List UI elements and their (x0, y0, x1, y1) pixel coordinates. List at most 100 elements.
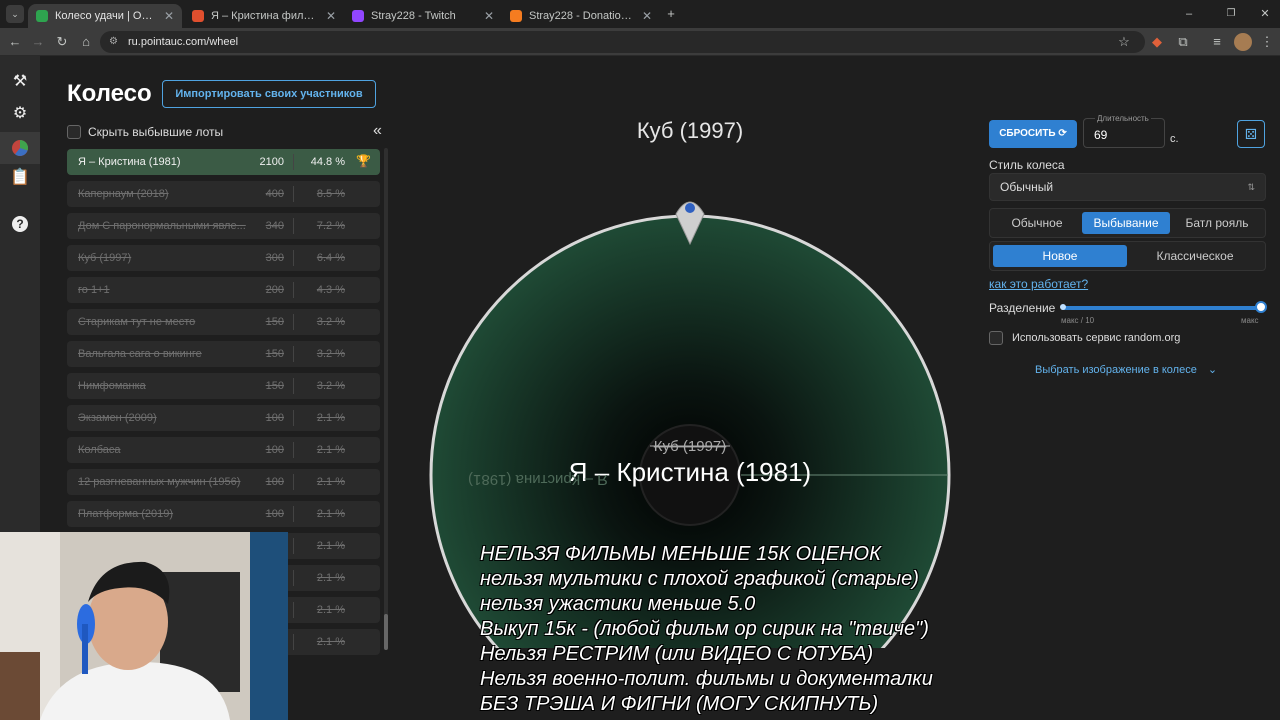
lot-row[interactable]: Куб (1997) 300 6.4 % (67, 245, 380, 271)
lot-row[interactable]: Экзамен (2009) 100 2.1 % (67, 405, 380, 431)
hide-dropped-toggle[interactable]: Скрыть выбывшие лоты (67, 124, 223, 140)
reset-button[interactable]: СБРОСИТЬ ⟳ (989, 120, 1077, 148)
collapse-list-icon[interactable]: « (373, 122, 382, 140)
lot-percent: 3.2 % (316, 316, 345, 328)
close-tab-icon[interactable]: ✕ (484, 9, 494, 23)
choose-wheel-image-label: Выбрать изображение в колесе (1035, 364, 1197, 376)
choose-wheel-image-button[interactable]: Выбрать изображение в колесе ⌄ (1035, 363, 1217, 376)
tab-donationalerts[interactable]: Stray228 - DonationAlerts ✕ (502, 4, 660, 28)
back-icon[interactable]: ← (6, 33, 24, 51)
tab-favicon-icon (36, 10, 48, 22)
lot-amount: 100 (265, 508, 284, 520)
tab-title: Я – Кристина фильм, 1981, дат (211, 10, 320, 22)
close-window-icon[interactable]: ✕ (1256, 5, 1274, 23)
tab-kristina[interactable]: Я – Кристина фильм, 1981, дат ✕ (184, 4, 344, 28)
lot-row[interactable]: Капернаум (2018) 400 8.5 % (67, 181, 380, 207)
page-title: Колесо (67, 80, 152, 107)
split-slider-thumb[interactable] (1255, 301, 1267, 313)
close-tab-icon[interactable]: ✕ (326, 9, 336, 23)
lot-percent: 6.4 % (316, 252, 345, 264)
lot-name: Куб (1997) (78, 252, 132, 264)
mode-normal[interactable]: Обычное (993, 212, 1081, 234)
lot-percent: 3.2 % (316, 348, 345, 360)
variant-classic[interactable]: Классическое (1128, 245, 1262, 267)
lot-row[interactable]: Я – Кристина (1981) 2100 44.8 % 🏆 (67, 149, 380, 175)
duration-unit: с. (1170, 133, 1179, 145)
chevron-down-icon: ⌄ (1207, 364, 1218, 376)
hide-dropped-checkbox[interactable] (67, 125, 81, 139)
lot-percent: 2.1 % (316, 508, 345, 520)
lot-row[interactable]: Вальгала сага о викинге 150 3.2 % (67, 341, 380, 367)
random-org-toggle[interactable]: Использовать сервис random.org (989, 331, 1180, 345)
lot-percent: 2.1 % (316, 476, 345, 488)
lot-amount: 2100 (259, 156, 284, 168)
lot-amount: 150 (265, 316, 284, 328)
lot-name: Капернаум (2018) (78, 188, 169, 200)
lots-scrollbar[interactable] (384, 148, 388, 648)
tab-wheel[interactable]: Колесо удачи | Определите по ✕ (28, 4, 182, 28)
tab-favicon-icon (510, 10, 522, 22)
maximize-icon[interactable]: ❐ (1222, 5, 1240, 23)
home-icon[interactable]: ⌂ (77, 33, 95, 51)
new-tab-icon[interactable]: + (662, 5, 680, 23)
lot-divider (293, 602, 294, 618)
lot-divider (293, 570, 294, 586)
split-slider-mark (1060, 304, 1066, 310)
lot-row[interactable]: 12 разгневанных мужчин (1956) 100 2.1 % (67, 469, 380, 495)
random-org-checkbox[interactable] (989, 331, 1003, 345)
lot-amount: 150 (265, 380, 284, 392)
lot-row[interactable]: Дом С паронормальными явле... 340 7.2 % (67, 213, 380, 239)
site-info-icon[interactable]: ⚙ (109, 31, 118, 53)
menu-icon[interactable]: ⋮ (1258, 33, 1276, 51)
split-slider[interactable] (1061, 306, 1261, 310)
bookmark-star-icon[interactable]: ☆ (1115, 33, 1133, 51)
lot-row[interactable]: Нимфоманка 150 3.2 % (67, 373, 380, 399)
extensions-puzzle-icon[interactable]: ⧉ (1174, 33, 1192, 51)
forward-icon[interactable]: → (29, 33, 47, 51)
close-tab-icon[interactable]: ✕ (164, 9, 174, 23)
winner-trophy-icon: 🏆 (356, 154, 371, 168)
lot-amount: 100 (265, 412, 284, 424)
wheel-pie-icon (12, 140, 29, 156)
wheel-style-select[interactable]: Обычный ⇅ (989, 173, 1266, 201)
lot-name: го 1+1 (78, 284, 110, 296)
minimize-icon[interactable]: – (1180, 5, 1198, 23)
how-it-works-link[interactable]: как это работает? (989, 277, 1088, 291)
auction-hammer-icon[interactable]: ⚒ (8, 70, 32, 94)
lot-divider (293, 314, 294, 330)
clipboard-icon[interactable]: 📋 (8, 166, 32, 190)
reload-icon[interactable]: ↻ (53, 33, 71, 51)
lot-amount: 100 (265, 476, 284, 488)
rule-line: нельзя ужастики меньше 5.0 (480, 593, 756, 615)
lots-scrollbar-thumb[interactable] (384, 614, 388, 650)
split-label: Разделение (989, 301, 1056, 315)
rule-line: нельзя мультики с плохой графикой (стары… (480, 568, 919, 590)
mode-elimination[interactable]: Выбывание (1082, 212, 1170, 234)
lot-row[interactable]: Старикам тут не место 150 3.2 % (67, 309, 380, 335)
tab-search-icon[interactable]: ⌄ (6, 5, 24, 23)
import-participants-button[interactable]: Импортировать своих участников (162, 80, 376, 108)
variant-new[interactable]: Новое (993, 245, 1127, 267)
wheel-icon[interactable] (0, 132, 40, 164)
settings-icon[interactable]: ⚙ (8, 102, 32, 126)
profile-avatar[interactable] (1234, 33, 1252, 51)
lot-amount: 150 (265, 348, 284, 360)
help-icon[interactable]: ? (8, 212, 32, 236)
lot-percent: 7.2 % (316, 220, 345, 232)
tab-twitch[interactable]: Stray228 - Twitch ✕ (344, 4, 502, 28)
extension-icon[interactable]: ◆ (1148, 33, 1166, 51)
dice-icon[interactable]: ⚄ (1237, 120, 1265, 148)
address-input[interactable]: ⚙ ru.pointauc.com/wheel (100, 31, 1145, 53)
lot-percent: 2.1 % (316, 604, 345, 616)
lot-row[interactable]: го 1+1 200 4.3 % (67, 277, 380, 303)
close-tab-icon[interactable]: ✕ (642, 9, 652, 23)
tab-favicon-icon (352, 10, 364, 22)
lot-row[interactable]: Платформа (2019) 100 2.1 % (67, 501, 380, 527)
media-control-icon[interactable]: ≡ (1208, 33, 1226, 51)
duration-value[interactable]: 69 (1094, 128, 1107, 142)
split-max-label: макс (1241, 316, 1259, 325)
lot-row[interactable]: Колбаса 100 2.1 % (67, 437, 380, 463)
split-min-label: макс / 10 (1061, 316, 1095, 325)
lot-percent: 44.8 % (310, 156, 345, 168)
mode-battle-royale[interactable]: Батл рояль (1172, 212, 1262, 234)
